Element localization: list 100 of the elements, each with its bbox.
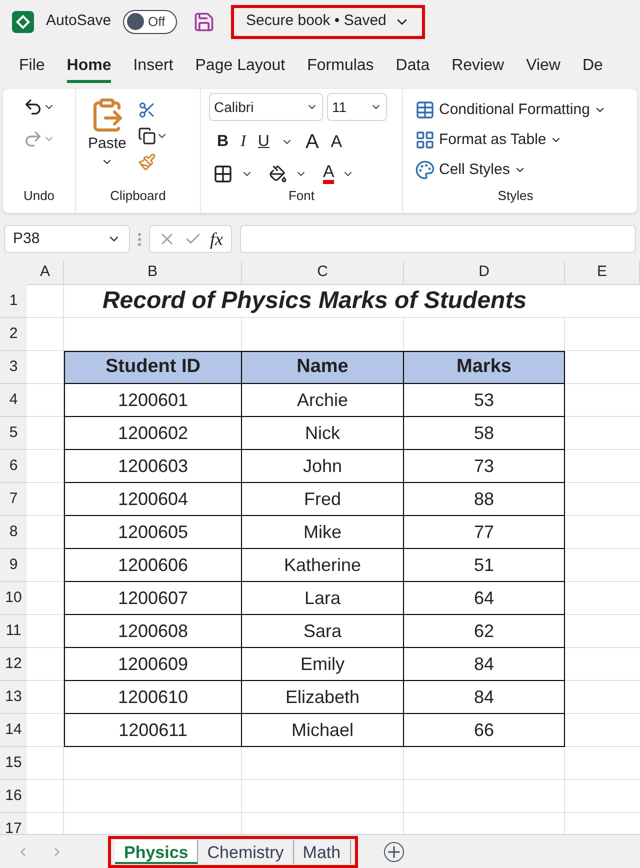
- sheet-tab[interactable]: Math: [294, 840, 351, 864]
- menu-tab[interactable]: Home: [66, 54, 112, 83]
- table-cell: 1200603: [64, 450, 242, 483]
- table-cell: 1200611: [64, 714, 242, 747]
- table-cell: 1200606: [64, 549, 242, 582]
- group-label: Clipboard: [109, 186, 167, 205]
- grid-cell: [27, 747, 64, 780]
- autosave-label: AutoSave: [46, 11, 112, 32]
- sheet-tab[interactable]: Chemistry: [198, 840, 294, 864]
- table-cell: Michael: [242, 714, 404, 747]
- table-cell: 84: [404, 681, 565, 714]
- grid-cell: [27, 483, 64, 516]
- group-label: Font: [287, 186, 316, 204]
- grid-cell: [27, 681, 64, 714]
- borders-icon[interactable]: [213, 164, 233, 184]
- column-heading: Marks: [404, 351, 565, 384]
- table-cell: 66: [404, 714, 565, 747]
- grid-cell: [27, 714, 64, 747]
- grid-cell: [27, 417, 64, 450]
- cut-icon[interactable]: [138, 101, 156, 119]
- group-label: Undo: [23, 186, 55, 204]
- formula-input-field[interactable]: [240, 225, 636, 253]
- grid-cell: [27, 549, 64, 582]
- grid-cell: [27, 351, 64, 384]
- font-size-field[interactable]: 11: [327, 93, 387, 121]
- table-cell: 1200609: [64, 648, 242, 681]
- shrink-font-button[interactable]: A: [330, 129, 342, 155]
- table-cell: Emily: [242, 648, 404, 681]
- sheet-tab[interactable]: Physics: [115, 840, 198, 864]
- column-heading: Student ID: [64, 351, 242, 384]
- table-cell: 1200601: [64, 384, 242, 417]
- italic-button[interactable]: I: [240, 130, 246, 154]
- group-label: Styles: [496, 186, 534, 205]
- grid-cell: [27, 516, 64, 549]
- table-cell: 1200604: [64, 483, 242, 516]
- menu-tab[interactable]: De: [582, 54, 603, 83]
- table-cell: 1200608: [64, 615, 242, 648]
- styles-icon: [415, 160, 435, 180]
- save-icon[interactable]: [193, 10, 216, 32]
- table-cell: John: [242, 450, 404, 483]
- grid-cell: [27, 384, 64, 417]
- fill-color-icon[interactable]: [269, 164, 287, 182]
- document-title-button[interactable]: Secure book • Saved: [231, 4, 426, 38]
- menu-tab[interactable]: View: [526, 54, 560, 83]
- table-cell: Elizabeth: [242, 681, 404, 714]
- menu-tab[interactable]: Review: [452, 54, 504, 83]
- grid-cell: [27, 615, 64, 648]
- grow-font-button[interactable]: A: [305, 127, 319, 157]
- table-cell: Mike: [242, 516, 404, 549]
- underline-button[interactable]: U: [258, 130, 270, 154]
- autosave-toggle[interactable]: Off: [123, 10, 178, 34]
- table-cell: 64: [404, 582, 565, 615]
- grid-cell: [27, 450, 64, 483]
- add-sheet-icon[interactable]: [384, 842, 404, 862]
- menu-tab[interactable]: Data: [396, 54, 430, 83]
- styles-icon: [415, 100, 435, 120]
- spreadsheet-app-icon: [12, 10, 34, 32]
- table-cell: 77: [404, 516, 565, 549]
- table-cell: Lara: [242, 582, 404, 615]
- styles-menu-button[interactable]: Cell Styles: [415, 155, 616, 186]
- table-cell: 73: [404, 450, 565, 483]
- grid-cell: [27, 318, 64, 351]
- styles-menu-button[interactable]: Format as Table: [415, 125, 616, 156]
- menu-tab[interactable]: Formulas: [307, 54, 374, 83]
- table-cell: 1200607: [64, 582, 242, 615]
- font-name-field[interactable]: Calibri: [209, 93, 323, 121]
- table-cell: 1200605: [64, 516, 242, 549]
- table-cell: 1200610: [64, 681, 242, 714]
- grid-cell: [27, 780, 64, 813]
- table-cell: 53: [404, 384, 565, 417]
- menu-tab[interactable]: Insert: [133, 54, 174, 83]
- grid-cell: [27, 285, 64, 318]
- grid-cell: [27, 648, 64, 681]
- grid-cell: [27, 582, 64, 615]
- table-cell: 62: [404, 615, 565, 648]
- font-color-button[interactable]: A: [323, 163, 334, 184]
- table-cell: 88: [404, 483, 565, 516]
- format-painter-icon[interactable]: [138, 153, 156, 171]
- table-cell: Katherine: [242, 549, 404, 582]
- table-cell: Nick: [242, 417, 404, 450]
- bold-button[interactable]: B: [217, 130, 229, 154]
- styles-icon: [415, 130, 435, 150]
- redo-icon[interactable]: [23, 129, 43, 149]
- table-cell: 1200602: [64, 417, 242, 450]
- copy-icon[interactable]: [138, 127, 156, 145]
- insert-function-button[interactable]: fx: [210, 226, 223, 252]
- table-cell: Archie: [242, 384, 404, 417]
- paste-button[interactable]: Paste: [88, 97, 126, 186]
- table-cell: 58: [404, 417, 565, 450]
- sheet-title: Record of Physics Marks of Students: [64, 285, 565, 318]
- menu-tab[interactable]: File: [19, 54, 45, 83]
- table-cell: 51: [404, 549, 565, 582]
- table-cell: 84: [404, 648, 565, 681]
- table-cell: Fred: [242, 483, 404, 516]
- column-heading: Name: [242, 351, 404, 384]
- styles-menu-button[interactable]: Conditional Formatting: [415, 95, 616, 126]
- undo-icon[interactable]: [23, 97, 43, 117]
- name-box[interactable]: P38: [4, 225, 130, 253]
- grip-icon[interactable]: [138, 232, 141, 246]
- menu-tab[interactable]: Page Layout: [195, 54, 286, 83]
